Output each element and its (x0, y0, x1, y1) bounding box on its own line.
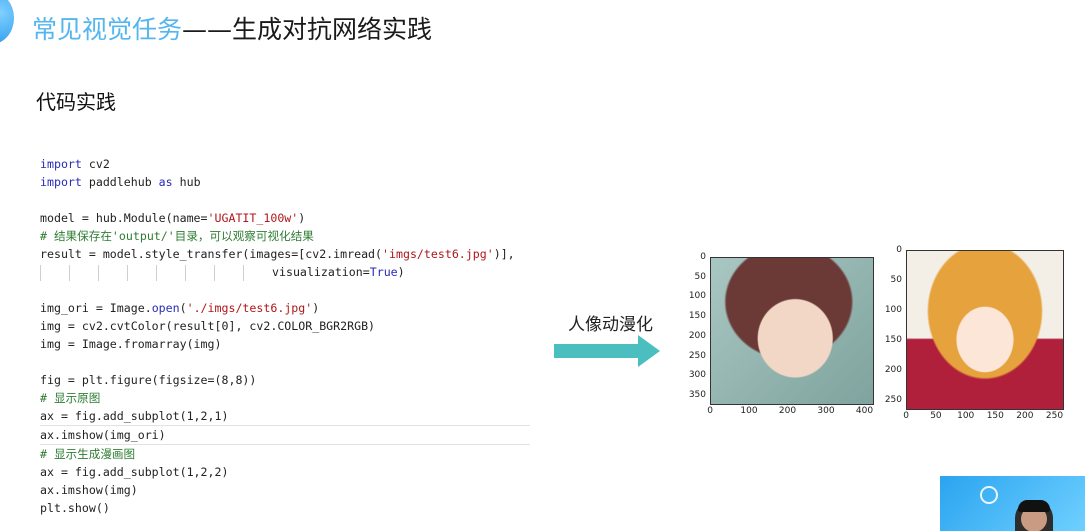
code-token: img_ori = Image. (40, 301, 152, 315)
y-tick-label: 50 (890, 275, 902, 285)
code-token: model = hub.Module(name= (40, 211, 208, 225)
x-tick-label: 200 (1016, 411, 1034, 421)
section-subtitle: 代码实践 (36, 90, 116, 114)
code-line: # 显示生成漫画图 (40, 445, 530, 463)
y-tick-label: 100 (884, 305, 902, 315)
y-tick-label: 200 (884, 365, 902, 375)
code-line: import cv2 (40, 155, 530, 173)
code-token: visualization= (272, 265, 370, 279)
webcam-ring-icon (980, 486, 998, 504)
y-tick-label: 50 (694, 271, 706, 282)
code-token: ax = fig.add_subplot(1,2,1) (40, 409, 229, 423)
presenter-webcam (940, 476, 1085, 531)
code-line: # 显示原图 (40, 389, 530, 407)
x-tick-label: 300 (817, 406, 835, 416)
code-token: './imgs/test6.jpg' (186, 301, 313, 315)
y-tick-label: 250 (688, 350, 706, 361)
anime-image-plot: 0 50 100 150 200 250 0 50 100 150 200 250 (884, 245, 1074, 425)
code-token: result = model.style_transfer(images=[cv… (40, 247, 383, 261)
title-rest: ——生成对抗网络实践 (182, 15, 433, 44)
code-line: # 结果保存在'output/'目录，可以观察可视化结果 (40, 227, 530, 245)
title-highlight: 常见视觉任务 (32, 15, 183, 44)
code-line: import paddlehub as hub (40, 173, 530, 191)
anime-portrait-image (906, 250, 1064, 410)
code-token: cv2 (81, 157, 110, 171)
y-tick-label: 250 (884, 395, 902, 405)
code-line: ax.imshow(img_ori) (40, 425, 530, 445)
code-line: img_ori = Image.open('./imgs/test6.jpg') (40, 299, 530, 317)
code-token: ) (298, 211, 306, 225)
page-title: 常见视觉任务——生成对抗网络实践 (32, 10, 432, 46)
code-line: visualization=True) (40, 263, 530, 281)
code-token: # 显示生成漫画图 (40, 447, 136, 461)
code-token: 'UGATIT_100w' (207, 211, 299, 225)
code-token: open (151, 301, 180, 315)
code-token: img = cv2.cvtColor(result[0], cv2.COLOR_… (40, 319, 376, 333)
code-token: import (40, 175, 82, 189)
code-token: as (158, 175, 173, 189)
code-token: ) (397, 265, 405, 279)
x-tick-label: 400 (855, 406, 874, 416)
code-token: img = Image.fromarray(img) (40, 337, 222, 351)
y-tick-label: 0 (700, 252, 706, 262)
code-line: model = hub.Module(name='UGATIT_100w') (40, 209, 530, 227)
code-line: result = model.style_transfer(images=[cv… (40, 245, 530, 263)
code-line: ax = fig.add_subplot(1,2,1) (40, 407, 530, 425)
code-token: ax.imshow(img) (40, 483, 138, 497)
code-token: 'imgs/test6.jpg' (382, 247, 494, 261)
code-token: )], (493, 247, 515, 261)
y-tick-label: 150 (884, 335, 902, 345)
x-tick-label: 250 (1045, 411, 1064, 421)
y-tick-label: 100 (688, 291, 706, 302)
right-arrow-icon (554, 335, 660, 367)
y-tick-label: 300 (688, 370, 706, 381)
code-token: hub (172, 175, 201, 189)
x-tick-label: 100 (957, 411, 975, 421)
code-block: import cv2 import paddlehub as hub model … (40, 155, 530, 517)
code-token: ( (179, 301, 187, 315)
code-token: ax = fig.add_subplot(1,2,2) (40, 465, 229, 479)
code-token: paddlehub (81, 175, 159, 189)
x-tick-label: 100 (740, 406, 758, 416)
code-token: True (369, 265, 398, 279)
code-token: import (40, 157, 82, 171)
y-tick-label: 200 (688, 330, 706, 341)
x-tick-label: 150 (986, 411, 1004, 421)
code-line: ax.imshow(img) (40, 481, 530, 499)
code-token: ax.imshow(img_ori) (40, 428, 166, 442)
code-token: plt.show() (40, 501, 110, 515)
code-token: # 显示原图 (40, 391, 101, 405)
original-image-plot: 0 50 100 150 200 250 300 350 0 100 200 300 400 (688, 252, 878, 420)
code-line: img = Image.fromarray(img) (40, 335, 530, 353)
x-tick-label: 200 (778, 406, 797, 416)
x-tick-label: 50 (930, 411, 942, 421)
code-line: fig = plt.figure(figsize=(8,8)) (40, 371, 530, 389)
code-line: img = cv2.cvtColor(result[0], cv2.COLOR_… (40, 317, 530, 335)
original-portrait-image (710, 257, 874, 405)
arrow-label: 人像动漫化 (568, 315, 653, 335)
y-tick-label: 150 (688, 311, 706, 322)
x-tick-label: 0 (903, 411, 910, 421)
code-line: ax = fig.add_subplot(1,2,2) (40, 463, 530, 481)
code-token: # 结果保存在'output/'目录，可以观察可视化结果 (40, 229, 314, 243)
y-tick-label: 0 (896, 245, 902, 255)
y-tick-label: 350 (688, 390, 706, 400)
code-line: plt.show() (40, 499, 530, 517)
logo-icon (0, 0, 14, 44)
x-tick-label: 0 (707, 406, 714, 416)
code-token: ) (312, 301, 320, 315)
code-token: fig = plt.figure(figsize=(8,8)) (40, 373, 257, 387)
